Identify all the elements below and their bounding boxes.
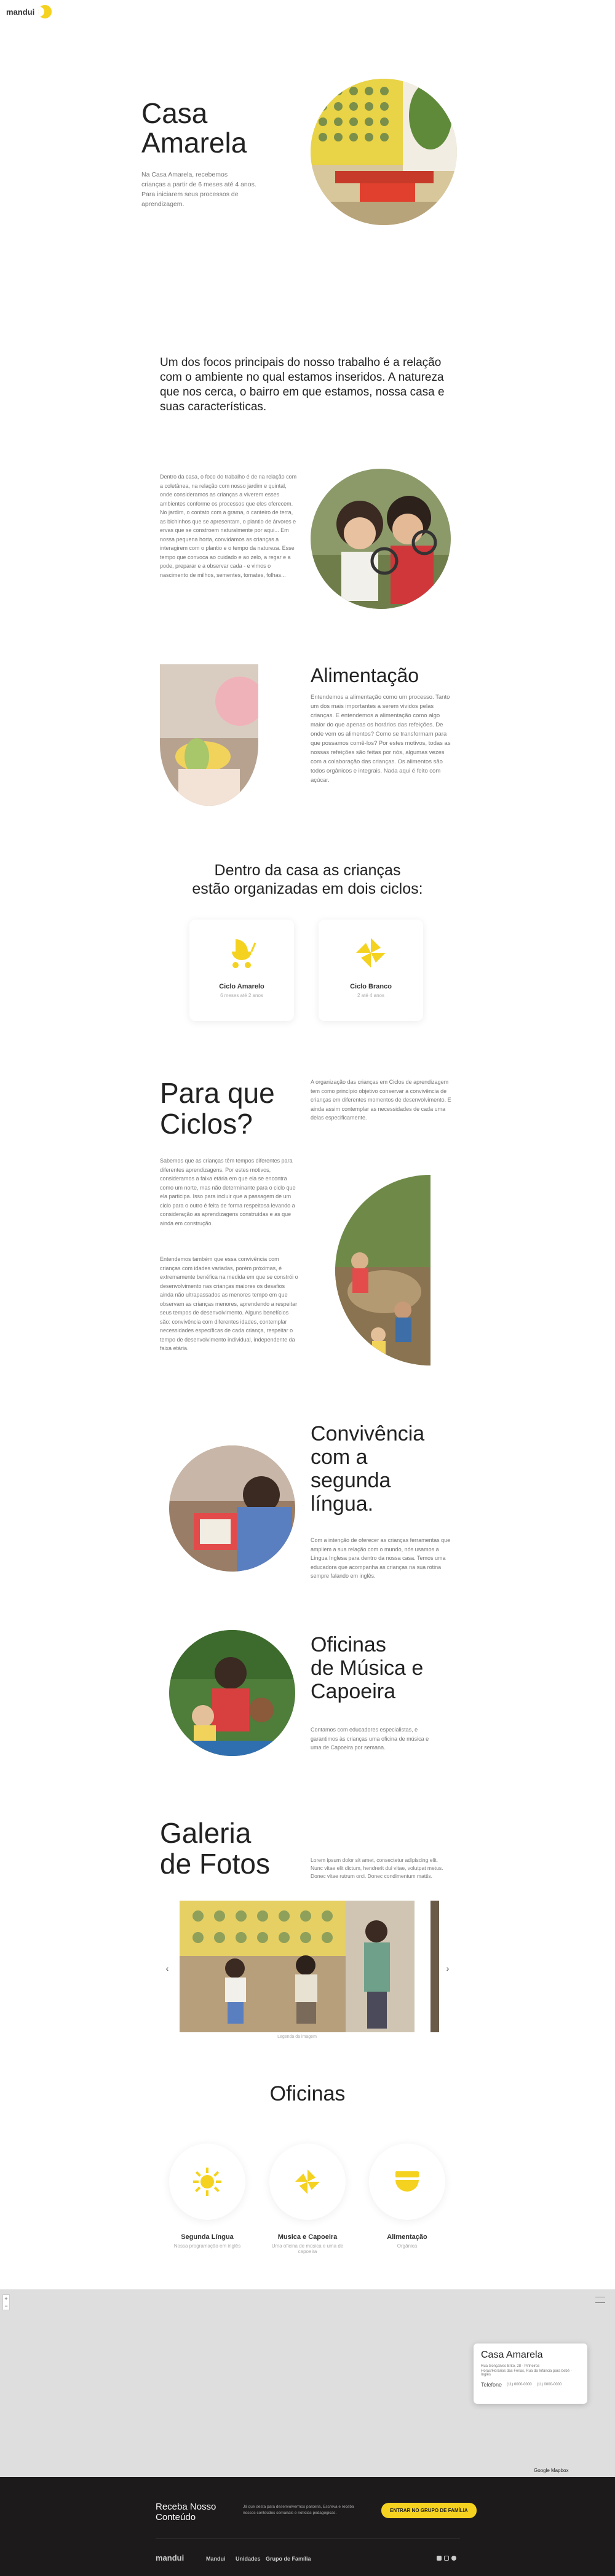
pinwheel-icon (356, 938, 386, 968)
logo-text: mandui (6, 7, 35, 17)
logo-moon-icon (38, 5, 52, 18)
chevron-right-icon: › (446, 1963, 450, 1973)
facebook-icon[interactable] (437, 2556, 442, 2561)
footer-link-mandui[interactable]: Mandui (206, 2556, 226, 2562)
gallery-next-button[interactable]: › (442, 1962, 454, 1974)
phone-number-1[interactable]: (11) 0000-0000 (507, 2383, 532, 2387)
language-photo (169, 1445, 295, 1572)
map-layer-toggle[interactable] (595, 2297, 605, 2303)
classroom-image (311, 79, 457, 225)
cycle-sub: 2 até 4 anos (357, 993, 385, 998)
workshop-sub: Orgânica (397, 2243, 418, 2249)
language-text: Com a intenção de oferecer as crianças f… (311, 1537, 451, 1579)
sun-icon (193, 2168, 221, 2196)
zoom-in-button[interactable]: + (3, 2295, 9, 2302)
children-magnifier-photo (311, 469, 451, 609)
location-map[interactable]: + − Casa Amarela Rua Gonçalves Brito, 28… (0, 2289, 615, 2477)
footer: Receba Nosso Conteúdo Já que desta para … (0, 2477, 615, 2576)
hero-photo (311, 79, 457, 225)
workshop-sub: Nossa programação em inglês (173, 2243, 241, 2249)
stroller-icon (232, 939, 256, 968)
location-card-phones: Telefone (11) 0000-0000 (11) 0000-0000 (481, 2382, 580, 2388)
hero-description: Na Casa Amarela, recebemos crianças a pa… (141, 171, 256, 208)
workshop-icon-circle (269, 2144, 346, 2220)
workshop-title: Alimentação (387, 2233, 427, 2241)
cycle-title: Ciclo Amarelo (219, 983, 264, 990)
location-card-title: Casa Amarela (481, 2350, 543, 2360)
gallery-next-slide-preview[interactable] (430, 1901, 439, 2032)
music-text: Contamos com educadores especialistas, e… (311, 1727, 429, 1751)
why-text-1: Sabemos que as crianças têm tempos difer… (160, 1158, 296, 1226)
cycle-sub: 6 meses até 2 anos (220, 993, 263, 998)
gallery-description: Lorem ipsum dolor sit amet, consectetur … (311, 1857, 443, 1879)
hero-title: Casa Amarela (141, 97, 247, 159)
map-corner-controls[interactable]: + − (2, 2294, 10, 2310)
newsletter-text: Já que desta para desenvolvermos parceri… (243, 2505, 354, 2515)
cycle-card-white[interactable]: Ciclo Branco 2 até 4 anos (319, 920, 423, 1021)
language-title: Convivência com a segunda língua. (311, 1422, 425, 1516)
chevron-left-icon: ‹ (165, 1963, 169, 1973)
music-title: Oficinas de Música e Capoeira (311, 1633, 424, 1703)
instagram-icon[interactable] (444, 2556, 449, 2561)
workshop-title: Musica e Capoeira (277, 2233, 338, 2241)
workshops-heading: Oficinas (269, 2082, 346, 2105)
gallery-caption: Legenda da imagem (277, 2035, 317, 2039)
pinwheel-icon (295, 2169, 320, 2194)
children-outdoor-image (335, 1175, 430, 1366)
social-icons (437, 2556, 456, 2561)
map-attribution: Google Mapbox (534, 2468, 569, 2473)
brand-logo[interactable]: mandui (6, 5, 52, 18)
footer-link-unidades[interactable]: Unidades (236, 2556, 261, 2562)
newsletter-button[interactable]: Entrar no grupo de família (381, 2503, 477, 2518)
location-card[interactable]: Casa Amarela Rua Gonçalves Brito, 28 - P… (474, 2343, 587, 2404)
newsletter-title: Receba Nosso Conteúdo (156, 2502, 216, 2522)
phone-label: Telefone (481, 2382, 502, 2388)
location-card-address-1: Rua Gonçalves Brito, 28 - Pinheiros (481, 2364, 540, 2368)
children-exploring-image (311, 469, 451, 609)
footer-link-grupo[interactable]: Grupo de Família (266, 2556, 311, 2562)
why-title: Para que Ciclos? (160, 1077, 275, 1140)
whatsapp-icon[interactable] (451, 2556, 456, 2561)
gallery-slide[interactable] (180, 1901, 415, 2032)
workshop-sub: Uma oficina de música e uma de capoeira (271, 2243, 344, 2254)
food-text: Entendemos a alimentação como um process… (311, 694, 451, 784)
food-photo (160, 664, 258, 806)
workshop-icon-circle (369, 2144, 445, 2220)
bowl-icon (395, 2171, 419, 2192)
why-photo (335, 1175, 430, 1366)
child-reading-image (169, 1445, 295, 1572)
child-food-image (160, 664, 258, 806)
workshop-icon-circle (169, 2144, 245, 2220)
footer-brand[interactable]: mandui (156, 2553, 184, 2562)
why-text-2: Entendemos também que essa convivência c… (160, 1256, 298, 1351)
focus-heading: Um dos focos principais do nosso trabalh… (160, 356, 445, 413)
cycle-card-yellow[interactable]: Ciclo Amarelo 6 meses até 2 anos (189, 920, 294, 1021)
focus-text: Dentro da casa, o foco do trabalho é de … (160, 474, 297, 578)
music-capoeira-image (169, 1630, 295, 1756)
workshop-item[interactable]: Alimentação Orgânica (369, 2144, 445, 2249)
workshop-title: Segunda Língua (181, 2233, 234, 2241)
phone-number-2[interactable]: (11) 0000-0000 (537, 2383, 562, 2387)
cycle-title: Ciclo Branco (350, 983, 392, 990)
gallery-image (180, 1901, 415, 2032)
cycles-heading: Dentro da casa as crianças estão organiz… (192, 862, 423, 897)
footer-divider (156, 2538, 460, 2539)
food-title: Alimentação (311, 664, 419, 686)
workshop-item[interactable]: Segunda Língua Nossa programação em ingl… (169, 2144, 245, 2249)
location-card-address-2: Horas/Horários das Férias, Rua da Infânc… (481, 2369, 572, 2377)
music-photo (169, 1630, 295, 1756)
gallery-prev-button[interactable]: ‹ (161, 1962, 173, 1974)
workshop-item[interactable]: Musica e Capoeira Uma oficina de música … (269, 2144, 346, 2254)
why-intro: A organização das crianças em Ciclos de … (311, 1079, 451, 1121)
gallery-title: Galeria de Fotos (160, 1817, 270, 1880)
zoom-out-button[interactable]: − (3, 2302, 9, 2310)
